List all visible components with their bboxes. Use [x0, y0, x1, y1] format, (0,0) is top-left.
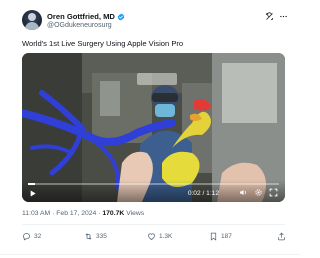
tweet-actions: 32 335 1.3K 187 [22, 232, 285, 246]
repost-button[interactable]: 335 [84, 232, 107, 241]
like-count: 1.3K [159, 233, 173, 240]
share-icon [278, 232, 285, 241]
author-name-row[interactable]: Oren Gottfried, MD [47, 11, 125, 22]
author-handle[interactable]: @OGdukeneurosurg [47, 22, 112, 29]
views-count: 170.7K [102, 210, 125, 217]
grok-icon[interactable] [265, 12, 274, 21]
bookmark-count: 187 [221, 233, 232, 240]
video-time: 0:02 / 1:12 [187, 190, 219, 197]
verified-badge-icon [117, 13, 125, 20]
fullscreen-icon[interactable] [269, 188, 278, 197]
settings-icon[interactable] [254, 188, 263, 197]
tweet-meta: 11:03 AM · Feb 17, 2024 · 170.7K Views [22, 210, 144, 217]
heart-icon [148, 233, 155, 240]
tweet-time[interactable]: 11:03 AM [22, 210, 50, 217]
avatar[interactable] [22, 10, 42, 30]
tweet-header: Oren Gottfried, MD @OGdukeneurosurg [22, 10, 288, 32]
video-progress-bar[interactable] [28, 183, 279, 185]
video-controls: 0:02 / 1:12 [22, 180, 285, 202]
repost-icon [85, 233, 92, 240]
tweet-date[interactable]: Feb 17, 2024 [56, 210, 96, 217]
repost-count: 335 [96, 233, 107, 240]
meta-separator: · [52, 210, 55, 217]
like-button[interactable]: 1.3K [147, 232, 172, 241]
reply-count: 32 [34, 233, 42, 240]
more-icon[interactable] [279, 12, 288, 21]
video-progress-fill [28, 183, 36, 185]
header-actions [265, 12, 288, 21]
video-duration: 1:12 [206, 190, 219, 197]
tweet-text: World's 1st Live Surgery Using Apple Vis… [22, 39, 184, 48]
views-label: Views [126, 210, 145, 217]
reply-button[interactable]: 32 [22, 232, 41, 241]
meta-separator: · [98, 210, 101, 217]
video-control-icons [239, 188, 278, 197]
video-player[interactable]: 0:02 / 1:12 [22, 53, 285, 202]
bookmark-button[interactable]: 187 [209, 232, 232, 241]
reply-icon [23, 233, 30, 241]
video-current-time: 0:02 [187, 190, 201, 197]
bookmark-icon [210, 232, 217, 241]
share-button[interactable] [277, 232, 286, 241]
play-icon[interactable] [29, 189, 37, 198]
bottom-divider [0, 254, 300, 255]
divider [22, 224, 285, 225]
volume-icon[interactable] [239, 188, 248, 197]
author-display-name[interactable]: Oren Gottfried, MD [47, 12, 115, 21]
